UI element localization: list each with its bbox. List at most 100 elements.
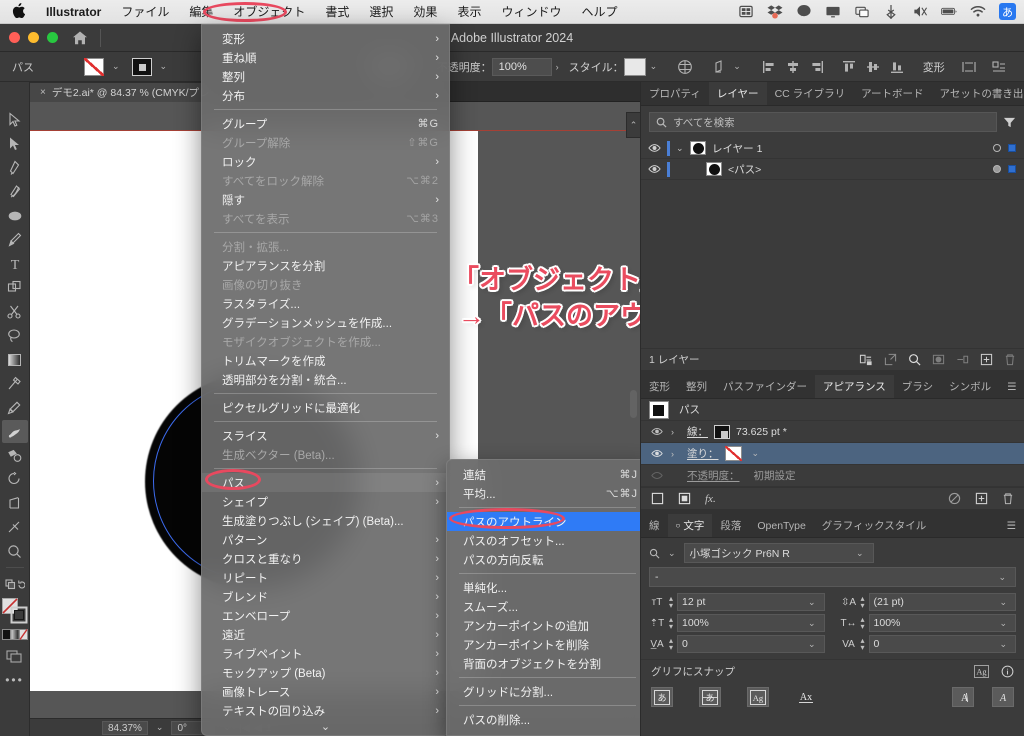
submenu-item[interactable]: アンカーポイントの追加	[447, 616, 648, 635]
stepper-icon[interactable]: ▴▾	[669, 595, 673, 609]
appearance-row-opacity[interactable]: 不透明度： 初期設定	[641, 465, 1024, 487]
tab-graphic-styles[interactable]: グラフィックスタイル	[814, 514, 934, 537]
chevron-down-icon[interactable]: ⌄	[676, 143, 690, 154]
menu-scroll-down-icon[interactable]: ⌄	[202, 720, 449, 733]
group-icon[interactable]	[956, 353, 969, 366]
mask-icon[interactable]	[932, 353, 945, 366]
lasso-tool[interactable]	[2, 324, 28, 347]
font-size-field[interactable]: 12 pt ⌄	[677, 593, 824, 611]
mute-icon[interactable]	[912, 4, 928, 19]
menu-item[interactable]: 画像トレース›	[202, 682, 449, 701]
menu-item[interactable]: ラスタライズ...	[202, 294, 449, 313]
stepper-icon[interactable]: ▴▾	[861, 637, 865, 651]
chevron-down-icon[interactable]: ⌄	[804, 597, 820, 608]
tab-pathfinder[interactable]: パスファインダー	[715, 375, 815, 398]
layers-empty-area[interactable]	[641, 180, 1024, 348]
bluetooth-icon[interactable]	[883, 4, 899, 19]
chevron-down-icon[interactable]: ⌄	[995, 597, 1011, 608]
visibility-toggle[interactable]	[649, 471, 665, 480]
display-icon[interactable]	[825, 4, 841, 19]
tab-opentype[interactable]: OpenType	[749, 514, 813, 537]
sublayer-target-controls[interactable]	[993, 165, 1024, 173]
fill-control[interactable]: ⌄	[84, 58, 124, 76]
leading-field[interactable]: (21 pt) ⌄	[869, 593, 1016, 611]
delete-icon[interactable]	[1002, 492, 1014, 505]
chevron-down-icon[interactable]: ⌄	[729, 61, 745, 72]
none-swatch[interactable]	[725, 446, 742, 461]
tab-stroke[interactable]: 線	[641, 514, 668, 537]
menu-edit[interactable]: 編集	[179, 0, 223, 24]
visibility-toggle[interactable]	[641, 143, 667, 153]
shaper-tool[interactable]	[2, 420, 28, 443]
menu-item[interactable]: シェイプ›	[202, 492, 449, 511]
glyph-preview-icon[interactable]: Ag	[974, 665, 989, 678]
submenu-item[interactable]: パスのアウトライン	[447, 512, 648, 531]
menu-file[interactable]: ファイル	[111, 0, 179, 24]
menu-item[interactable]: アピアランスを分割	[202, 256, 449, 275]
pen-tool[interactable]	[2, 156, 28, 179]
visibility-toggle[interactable]	[641, 164, 667, 174]
mojikumi-icon[interactable]: Ag	[747, 687, 769, 707]
tab-layers[interactable]: レイヤー	[709, 82, 767, 105]
menu-item[interactable]: 変形›	[202, 29, 449, 48]
menu-item[interactable]: 透明部分を分割・統合...	[202, 370, 449, 389]
none-swatch[interactable]	[84, 58, 104, 76]
direct-selection-tool[interactable]	[2, 132, 28, 155]
submenu-item[interactable]: パスの方向反転	[447, 550, 648, 569]
delete-layer-icon[interactable]	[1004, 353, 1016, 366]
black-stroke-swatch[interactable]	[132, 58, 152, 76]
curvature-tool[interactable]	[2, 180, 28, 203]
tab-cc-libraries[interactable]: CC ライブラリ	[767, 82, 854, 105]
menu-item[interactable]: ロック›	[202, 152, 449, 171]
menu-item[interactable]: スライス›	[202, 426, 449, 445]
width-tool[interactable]	[2, 372, 28, 395]
submenu-item[interactable]: パスのオフセット...	[447, 531, 648, 550]
submenu-item[interactable]: 単純化...	[447, 578, 648, 597]
layer-row-path[interactable]: <パス>	[641, 159, 1024, 180]
chevron-down-icon[interactable]: ⌄	[646, 61, 662, 72]
align-top-icon[interactable]	[841, 59, 857, 75]
chevron-down-icon[interactable]: ⌄	[156, 61, 172, 72]
hamburger-icon[interactable]: ☰	[999, 514, 1024, 537]
selection-indicator[interactable]	[1008, 144, 1016, 152]
menu-item[interactable]: 重ね順›	[202, 48, 449, 67]
menu-item[interactable]: グループ⌘G	[202, 114, 449, 133]
document-tab[interactable]: × デモ2.ai* @ 84.37 % (CMYK/プレ	[30, 83, 220, 103]
search-icon[interactable]	[908, 353, 921, 366]
chevron-down-icon[interactable]: ⌄	[664, 548, 680, 559]
rotate-tool[interactable]	[2, 468, 28, 491]
more-tools-icon[interactable]: •••	[2, 668, 28, 691]
dropbox-icon[interactable]	[767, 4, 783, 19]
chevron-down-icon[interactable]: ⌄	[852, 548, 868, 559]
layer-row-layer1[interactable]: ⌄ レイヤー 1	[641, 138, 1024, 159]
stroke-weight-value[interactable]: 73.625 pt *	[736, 426, 787, 438]
scissors-tool[interactable]	[2, 300, 28, 323]
target-indicator[interactable]	[993, 165, 1001, 173]
menu-item[interactable]: クロスと重なり›	[202, 549, 449, 568]
align-center-v-icon[interactable]	[865, 59, 881, 75]
menu-item[interactable]: 整列›	[202, 67, 449, 86]
tab-artboards[interactable]: アートボード	[853, 82, 931, 105]
path-submenu[interactable]: 連結⌘J平均...⌥⌘Jパスのアウトラインパスのオフセット...パスの方向反転単…	[446, 459, 649, 736]
tracking-control[interactable]: VA ▴▾ 0 ⌄	[841, 635, 1017, 653]
chevron-down-icon[interactable]: ⌄	[804, 639, 820, 650]
chevron-down-icon[interactable]: ⌄	[748, 448, 764, 459]
warichu-icon[interactable]: あ	[699, 687, 721, 707]
zoom-tool[interactable]	[2, 540, 28, 563]
eraser-tool[interactable]	[2, 516, 28, 539]
font-size-control[interactable]: ᴛT ▴▾ 12 pt ⌄	[649, 593, 825, 611]
menu-effect[interactable]: 効果	[403, 0, 447, 24]
opacity-label[interactable]: 不透明度：	[687, 468, 740, 483]
menu-item[interactable]: リピート›	[202, 568, 449, 587]
appearance-row-stroke[interactable]: › 線： 73.625 pt *	[641, 421, 1024, 443]
target-indicator[interactable]	[993, 144, 1001, 152]
tab-properties[interactable]: プロパティ	[641, 82, 709, 105]
stepper-icon[interactable]: ▴▾	[861, 616, 865, 630]
tab-symbols[interactable]: シンボル	[941, 375, 999, 398]
menu-select[interactable]: 選択	[359, 0, 403, 24]
screenshot-icon[interactable]	[738, 4, 754, 19]
menu-object[interactable]: オブジェクト	[223, 0, 315, 24]
shear-tool[interactable]	[2, 492, 28, 515]
opacity-more-icon[interactable]: ›	[552, 62, 563, 72]
menu-illustrator[interactable]: Illustrator	[36, 0, 111, 24]
